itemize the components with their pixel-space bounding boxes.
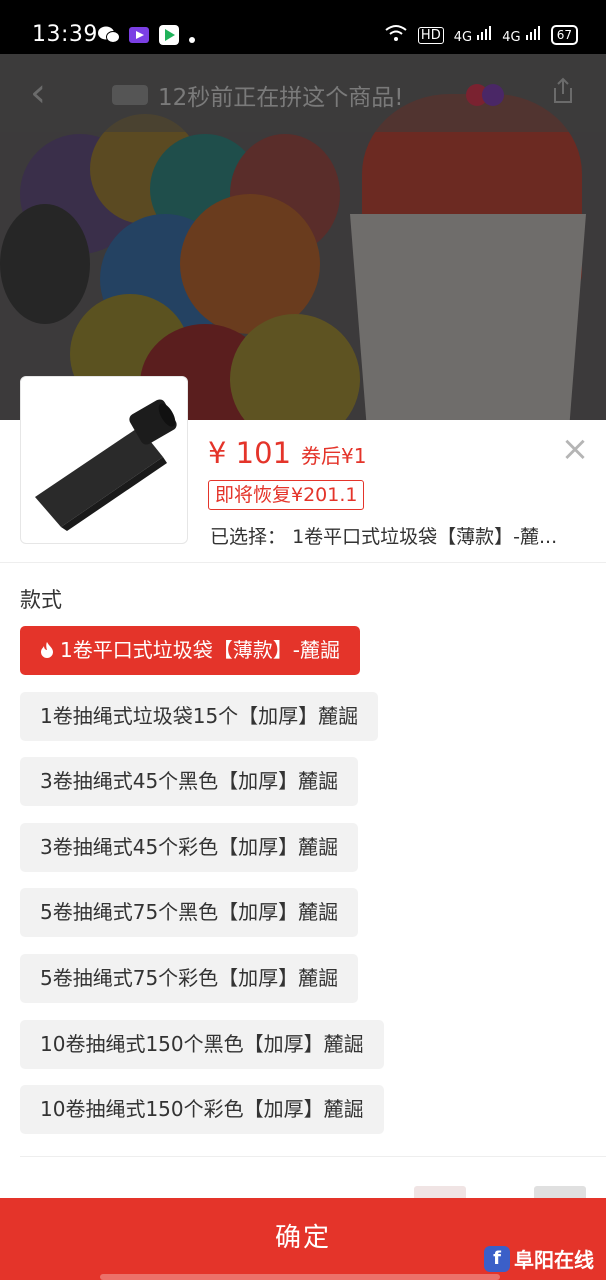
option-label: 5卷抽绳式75个黑色【加厚】麓誳: [40, 900, 339, 924]
battery-icon: 67: [550, 25, 578, 45]
ticker-text: 12秒前正在拼这个商品!: [158, 85, 404, 111]
divider: [20, 1156, 606, 1157]
style-option-selected[interactable]: 1卷平口式垃圾袋【薄款】-麓誳: [20, 626, 360, 675]
coupon-price: 券后¥1: [301, 444, 367, 468]
product-thumbnail[interactable]: [20, 376, 188, 544]
roll-shape: [180, 194, 320, 334]
option-label: 1卷抽绳式垃圾袋15个【加厚】麓誳: [40, 704, 359, 728]
style-option[interactable]: 10卷抽绳式150个彩色【加厚】麓誳: [20, 1085, 384, 1134]
watermark-text: 阜阳在线: [514, 1248, 594, 1272]
option-label: 3卷抽绳式45个彩色【加厚】麓誳: [40, 835, 339, 859]
option-label: 1卷平口式垃圾袋【薄款】-麓誳: [60, 638, 340, 662]
selected-label: 已选择：: [210, 526, 287, 548]
wifi-icon: [384, 24, 408, 46]
roll-shape: [230, 314, 360, 434]
signal-4g-2: 4G: [502, 25, 541, 45]
video-app-icon: [128, 24, 150, 53]
roll-shape: [0, 204, 90, 324]
site-watermark: f 阜阳在线: [484, 1244, 594, 1273]
top-nav-bar: ‹ 12秒前正在拼这个商品!: [0, 54, 606, 132]
option-label: 10卷抽绳式150个彩色【加厚】麓誳: [40, 1097, 364, 1121]
overlapping-dots-icon: [466, 84, 504, 106]
style-section-title: 款式: [20, 588, 62, 612]
play-store-icon: [158, 24, 180, 53]
divider: [0, 562, 606, 563]
selected-value: 1卷平口式垃圾袋【薄款】-麓...: [292, 526, 558, 548]
share-icon[interactable]: [548, 76, 578, 106]
bucket-shape: [350, 214, 586, 434]
option-label: 3卷抽绳式45个黑色【加厚】麓誳: [40, 769, 339, 793]
option-label: 5卷抽绳式75个彩色【加厚】麓誳: [40, 966, 339, 990]
price-restore-badge: 即将恢复¥201.1: [208, 480, 365, 510]
buyer-avatar: [112, 85, 148, 105]
group-buy-ticker: 12秒前正在拼这个商品!: [112, 78, 404, 112]
style-option[interactable]: 10卷抽绳式150个黑色【加厚】麓誳: [20, 1020, 384, 1069]
selected-summary: 已选择： 1卷平口式垃圾袋【薄款】-麓...: [210, 522, 600, 549]
sku-selector-sheet: ¥ 101 券后¥1 即将恢复¥201.1 已选择： 1卷平口式垃圾袋【薄款】-…: [0, 376, 606, 1280]
style-option[interactable]: 5卷抽绳式75个彩色【加厚】麓誳: [20, 954, 359, 1003]
option-label: 10卷抽绳式150个黑色【加厚】麓誳: [40, 1032, 364, 1056]
style-option[interactable]: 5卷抽绳式75个黑色【加厚】麓誳: [20, 888, 359, 937]
fire-icon: [40, 627, 54, 676]
wechat-icon: [98, 25, 120, 52]
status-time: 13:39: [32, 22, 98, 47]
close-icon[interactable]: ×: [560, 432, 590, 466]
dot-icon: [188, 27, 196, 51]
style-option[interactable]: 3卷抽绳式45个黑色【加厚】麓誳: [20, 757, 359, 806]
home-indicator[interactable]: [100, 1274, 500, 1280]
style-option[interactable]: 3卷抽绳式45个彩色【加厚】麓誳: [20, 823, 359, 872]
hd-badge: HD: [417, 26, 444, 44]
group-price: ¥ 101: [208, 436, 292, 470]
status-right: HD 4G 4G 67: [384, 24, 578, 46]
price-line: ¥ 101 券后¥1: [208, 436, 366, 470]
watermark-logo-icon: f: [484, 1245, 510, 1272]
signal-4g-1: 4G: [454, 25, 493, 45]
back-chevron-icon[interactable]: ‹: [30, 70, 46, 116]
style-option[interactable]: 1卷抽绳式垃圾袋15个【加厚】麓誳: [20, 692, 379, 741]
status-app-icons: [98, 24, 196, 53]
dot-purple: [482, 84, 504, 106]
